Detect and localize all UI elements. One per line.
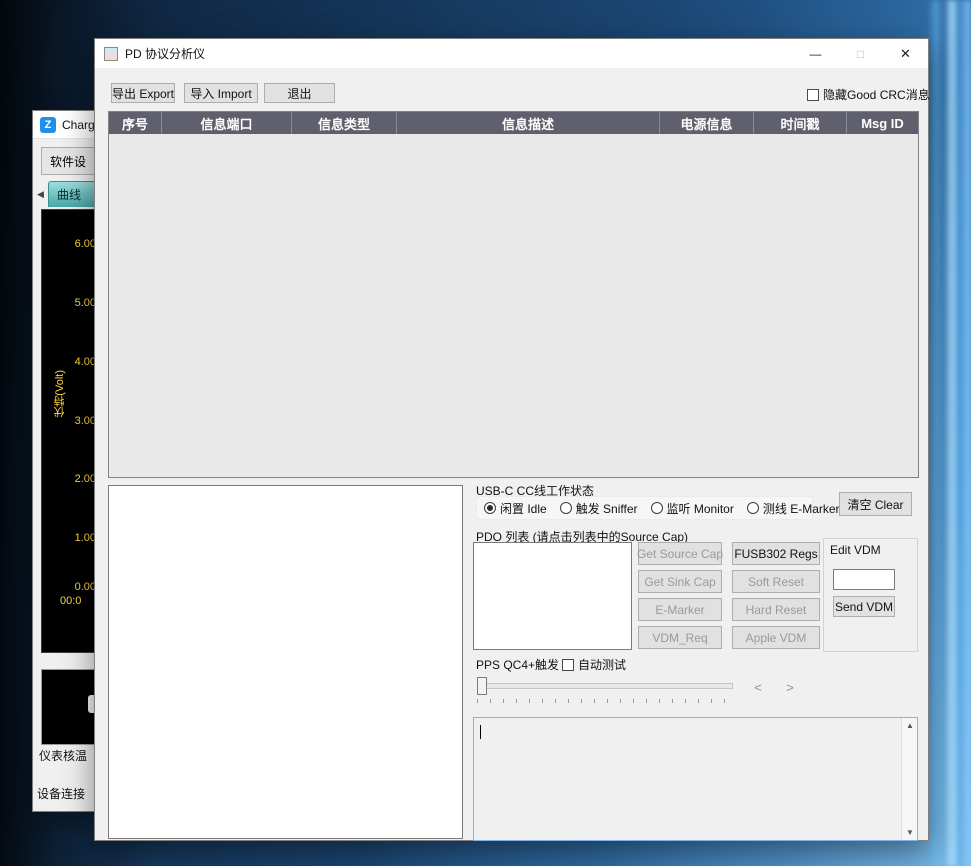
col-description[interactable]: 信息描述	[397, 112, 660, 134]
desktop: Z Charg 软件设 ◀ 曲线 伏特(Volt) 6.00 5.00 4.00…	[0, 0, 971, 866]
caption-buttons: — □ ✕	[793, 39, 928, 68]
col-port[interactable]: 信息端口	[162, 112, 292, 134]
radio-idle-label: 闲置 Idle	[500, 500, 547, 517]
meter-display	[41, 669, 102, 745]
minimize-button[interactable]: —	[793, 39, 838, 68]
pps-voltage-slider[interactable]	[477, 677, 733, 695]
col-index[interactable]: 序号	[109, 112, 162, 134]
checkbox-icon	[562, 659, 574, 671]
table-body-empty[interactable]	[109, 134, 918, 479]
clear-button[interactable]: 清空 Clear	[839, 492, 912, 516]
maximize-button[interactable]: □	[838, 39, 883, 68]
radio-icon	[484, 502, 496, 514]
desktop-light-streak	[944, 0, 959, 866]
radio-idle[interactable]: 闲置 Idle	[484, 500, 547, 517]
hard-reset-button[interactable]: Hard Reset	[732, 598, 820, 621]
import-button[interactable]: 导入 Import	[184, 83, 258, 103]
radio-icon	[560, 502, 572, 514]
checkbox-icon	[807, 89, 819, 101]
radio-sniffer[interactable]: 触发 Sniffer	[560, 500, 638, 517]
slider-handle[interactable]	[477, 677, 487, 695]
send-vdm-button[interactable]: Send VDM	[833, 596, 895, 617]
text-caret	[480, 725, 481, 739]
chart-ytick: 2.00	[75, 473, 96, 485]
charger-app-window: Z Charg 软件设 ◀ 曲线 伏特(Volt) 6.00 5.00 4.00…	[32, 110, 102, 812]
chart-ytick: 5.00	[75, 297, 96, 309]
device-connection-label: 设备连接	[37, 785, 85, 802]
window-title: PD 协议分析仪	[125, 45, 205, 62]
chart-xtick: 00:0	[60, 595, 81, 607]
raw-message-listbox[interactable]	[108, 485, 463, 839]
radio-emarker-label: 测线 E-Marker	[763, 500, 840, 517]
chart-ytick: 0.00	[75, 581, 96, 593]
pps-trigger-label: PPS QC4+触发	[476, 656, 559, 673]
charger-titlebar[interactable]: Z Charg	[33, 111, 101, 139]
app-icon	[104, 47, 118, 61]
software-settings-button[interactable]: 软件设	[41, 147, 102, 175]
close-button[interactable]: ✕	[883, 39, 928, 68]
e-marker-button[interactable]: E-Marker	[638, 598, 722, 621]
auto-test-label: 自动测试	[578, 656, 626, 673]
col-power-info[interactable]: 电源信息	[660, 112, 754, 134]
table-header: 序号 信息端口 信息类型 信息描述 电源信息 时间戳 Msg ID	[109, 112, 918, 134]
cc-status-radios: 闲置 Idle 触发 Sniffer 监听 Monitor 测线 E-Marke…	[476, 496, 813, 520]
pdo-listbox[interactable]	[473, 542, 632, 650]
slider-groove[interactable]	[477, 683, 733, 689]
tab-scroll-left-icon[interactable]: ◀	[37, 189, 44, 200]
radio-monitor-label: 监听 Monitor	[667, 500, 734, 517]
pd-analyzer-window: PD 协议分析仪 — □ ✕ 导出 Export 导入 Import 退出 隐藏…	[94, 38, 929, 841]
apple-vdm-button[interactable]: Apple VDM	[732, 626, 820, 649]
titlebar[interactable]: PD 协议分析仪 — □ ✕	[95, 39, 928, 68]
desktop-light-streak	[959, 0, 971, 866]
log-textarea[interactable]: ▲ ▼	[473, 717, 918, 841]
edit-vdm-group: Edit VDM Send VDM	[823, 538, 918, 652]
radio-monitor[interactable]: 监听 Monitor	[651, 500, 734, 517]
hide-goodcrc-checkbox[interactable]: 隐藏Good CRC消息	[807, 86, 930, 103]
col-type[interactable]: 信息类型	[292, 112, 397, 134]
charger-window-title: Charg	[62, 118, 95, 132]
hide-goodcrc-label: 隐藏Good CRC消息	[823, 86, 930, 103]
chart-ytick: 6.00	[75, 238, 96, 250]
meter-core-temp-label: 仪表核温	[39, 747, 87, 764]
desktop-light-streak	[928, 0, 944, 866]
message-table[interactable]: 序号 信息端口 信息类型 信息描述 电源信息 时间戳 Msg ID	[108, 111, 919, 478]
exit-button[interactable]: 退出	[264, 83, 335, 103]
col-msg-id[interactable]: Msg ID	[847, 112, 918, 134]
pdo-button-grid: Get Source Cap FUSB302 Regs Get Sink Cap…	[638, 542, 820, 649]
edit-vdm-title: Edit VDM	[830, 543, 881, 557]
voltage-chart: 伏特(Volt) 6.00 5.00 4.00 3.00 2.00 1.00 0…	[41, 209, 102, 653]
radio-emarker[interactable]: 测线 E-Marker	[747, 500, 840, 517]
chart-ytick: 1.00	[75, 532, 96, 544]
scroll-down-icon[interactable]: ▼	[902, 825, 918, 840]
auto-test-checkbox[interactable]: 自动测试	[562, 656, 626, 673]
chart-ytick: 3.00	[75, 415, 96, 427]
chart-y-axis-label: 伏特(Volt)	[52, 370, 68, 418]
slider-decrement-icon[interactable]: <	[750, 679, 766, 695]
col-timestamp[interactable]: 时间戳	[754, 112, 847, 134]
export-button[interactable]: 导出 Export	[111, 83, 175, 103]
charger-app-icon: Z	[40, 117, 56, 133]
log-scrollbar[interactable]: ▲ ▼	[901, 718, 917, 840]
fusb302-regs-button[interactable]: FUSB302 Regs	[732, 542, 820, 565]
chart-ytick: 4.00	[75, 356, 96, 368]
radio-icon	[747, 502, 759, 514]
get-sink-cap-button[interactable]: Get Sink Cap	[638, 570, 722, 593]
radio-sniffer-label: 触发 Sniffer	[576, 500, 638, 517]
vdm-req-button[interactable]: VDM_Req	[638, 626, 722, 649]
radio-icon	[651, 502, 663, 514]
vdm-input[interactable]	[833, 569, 895, 590]
get-source-cap-button[interactable]: Get Source Cap	[638, 542, 722, 565]
slider-increment-icon[interactable]: >	[782, 679, 798, 695]
scroll-up-icon[interactable]: ▲	[902, 718, 918, 733]
soft-reset-button[interactable]: Soft Reset	[732, 570, 820, 593]
slider-ticks	[477, 699, 733, 703]
